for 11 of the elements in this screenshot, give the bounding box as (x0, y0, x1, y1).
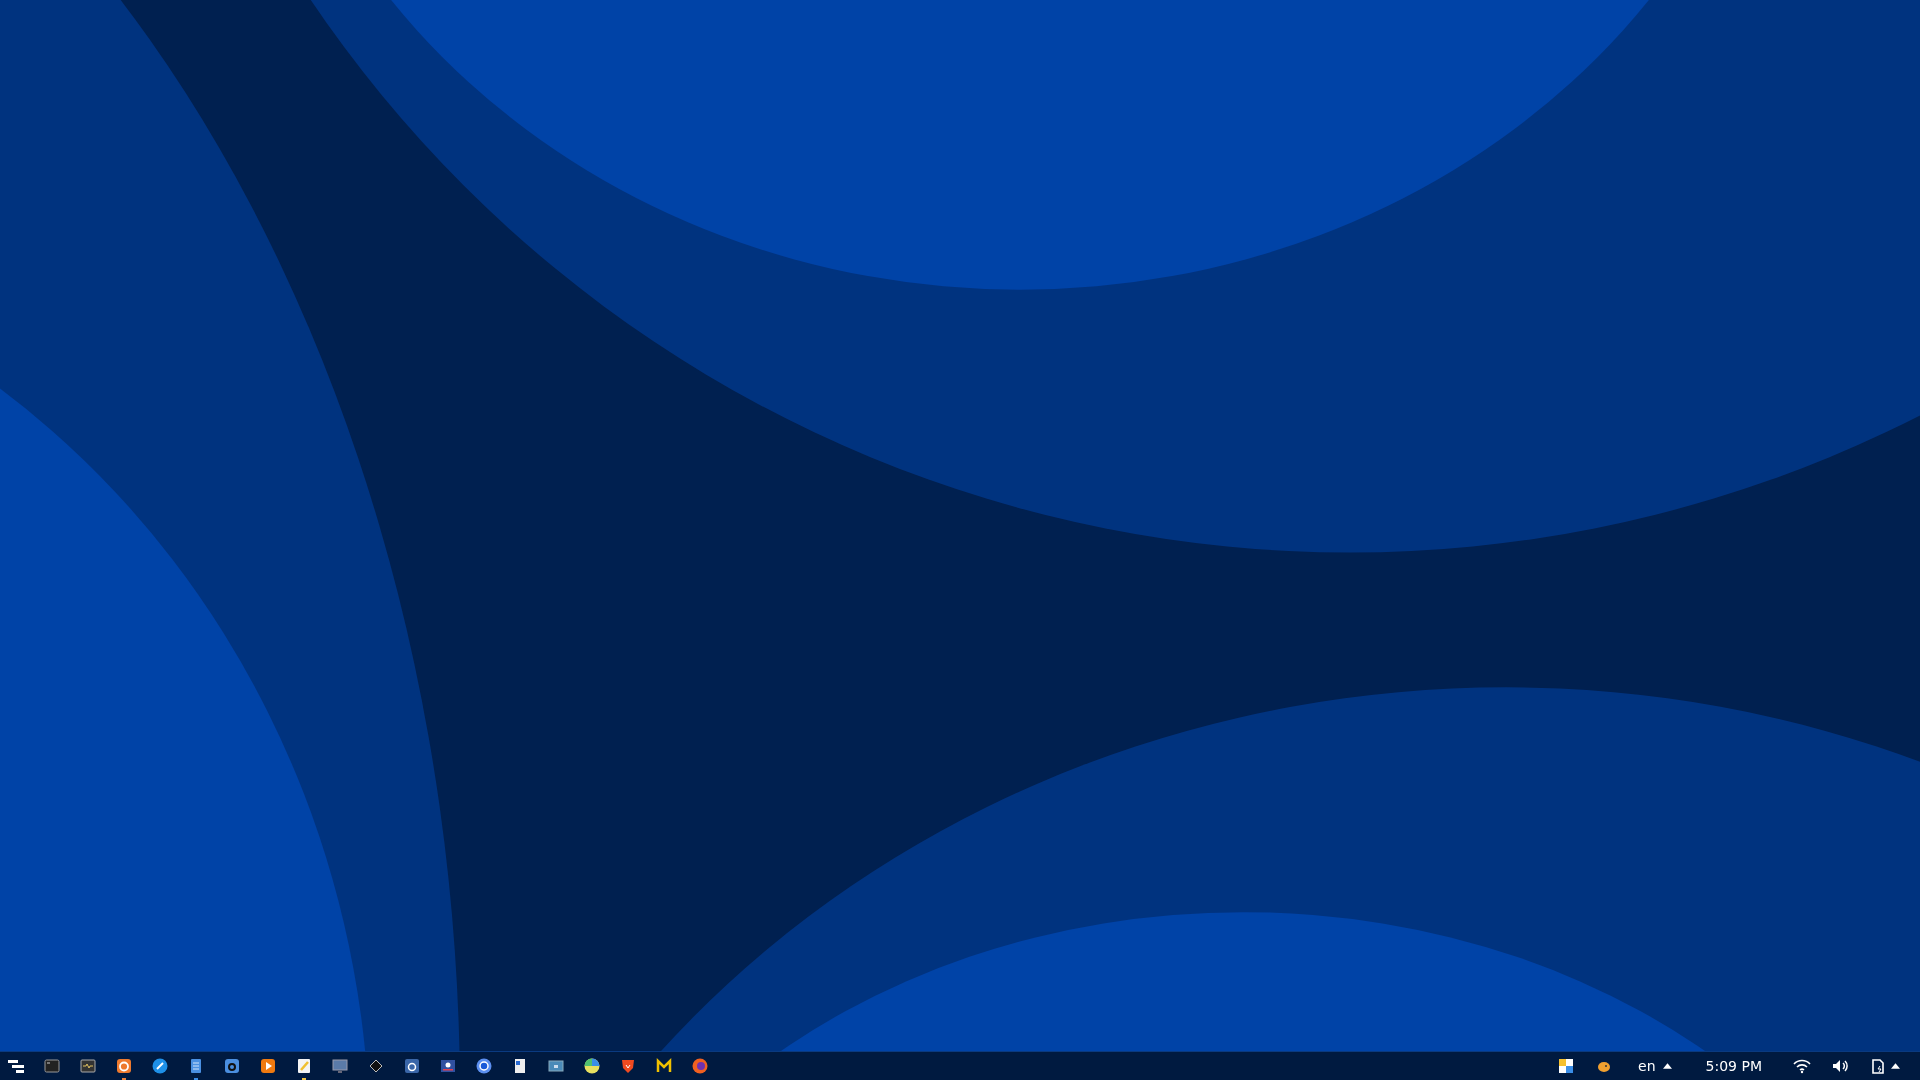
app-icon[interactable] (222, 1056, 242, 1076)
app-icon[interactable] (258, 1056, 278, 1076)
app-icon[interactable] (150, 1056, 170, 1076)
app-icon[interactable] (582, 1056, 602, 1076)
language-button[interactable]: en (1638, 1058, 1660, 1074)
up-arrow-icon[interactable] (1891, 1063, 1900, 1069)
clock[interactable]: 5:09 PM (1705, 1058, 1762, 1074)
up-arrow-icon[interactable] (1662, 1063, 1672, 1069)
app-icon[interactable] (402, 1056, 422, 1076)
app-icon[interactable] (114, 1056, 134, 1076)
app-icon[interactable] (474, 1056, 494, 1076)
